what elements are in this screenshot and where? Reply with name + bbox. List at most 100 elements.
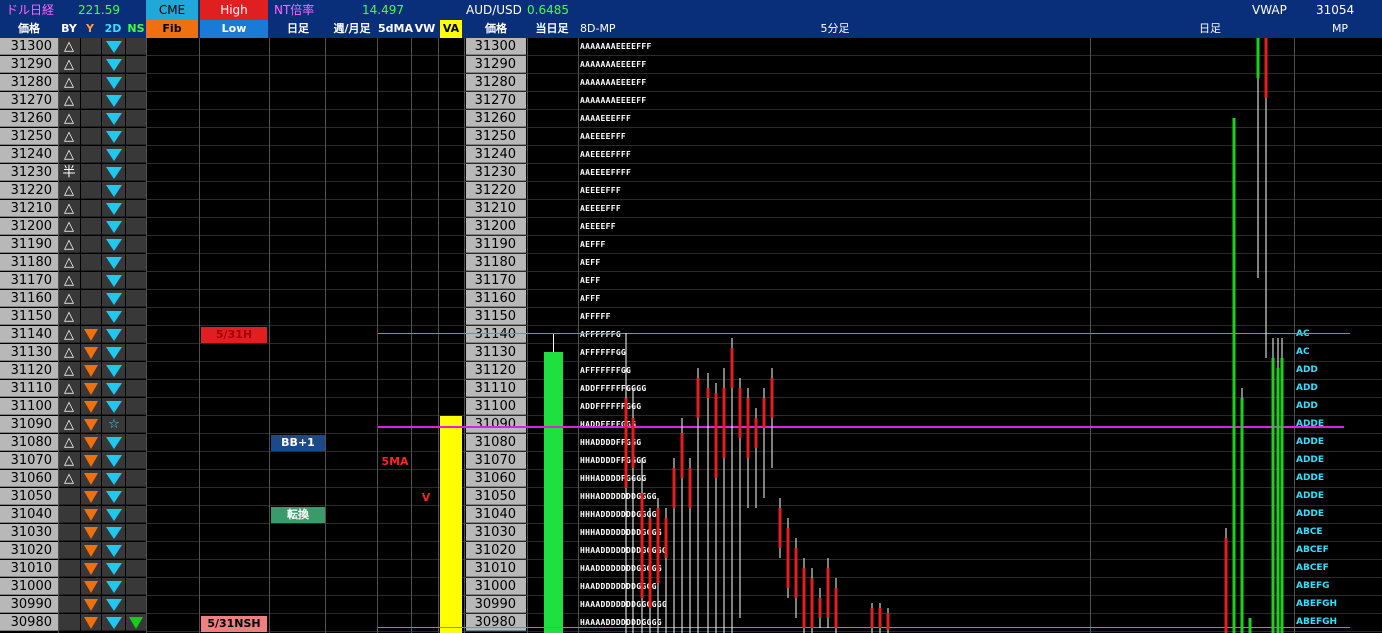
price-cell-2: 31240 bbox=[466, 146, 526, 163]
today-wick bbox=[553, 334, 554, 352]
2d-down-triangle-icon bbox=[106, 329, 122, 341]
by-mark-icon: △ bbox=[64, 345, 74, 360]
price-cell-2: 30980 bbox=[466, 614, 526, 631]
vwap-label: VWAP bbox=[1252, 3, 1287, 17]
ns-cell bbox=[126, 308, 146, 325]
2d-down-triangle-icon bbox=[106, 257, 122, 269]
price-cell: 31260 bbox=[0, 110, 58, 127]
fib-button[interactable]: Fib bbox=[146, 20, 198, 38]
2d-down-triangle-icon bbox=[106, 113, 122, 125]
y-down-triangle-icon bbox=[84, 617, 98, 629]
price-cell: 31130 bbox=[0, 344, 58, 361]
2d-down-triangle-icon bbox=[106, 185, 122, 197]
2d-down-triangle-icon bbox=[106, 455, 122, 467]
by-mark-icon: △ bbox=[64, 327, 74, 342]
by-cell bbox=[59, 596, 80, 613]
price-cell-2: 31300 bbox=[466, 38, 526, 55]
by-mark-icon: △ bbox=[64, 183, 74, 198]
y-cell bbox=[81, 74, 101, 91]
star-icon: ☆ bbox=[108, 417, 120, 432]
low-button[interactable]: Low bbox=[200, 20, 268, 38]
y-cell bbox=[81, 128, 101, 145]
2d-down-triangle-icon bbox=[106, 617, 122, 629]
2d-down-triangle-icon bbox=[106, 167, 122, 179]
by-mark-icon: △ bbox=[64, 291, 74, 306]
y-down-triangle-icon bbox=[84, 383, 98, 395]
by-mark-icon: △ bbox=[64, 201, 74, 216]
by-mark-icon: △ bbox=[64, 255, 74, 270]
2d-down-triangle-icon bbox=[106, 95, 122, 107]
ns-cell bbox=[126, 326, 146, 343]
by-mark-icon: △ bbox=[64, 237, 74, 252]
price-cell: 31070 bbox=[0, 452, 58, 469]
ns-cell bbox=[126, 182, 146, 199]
col-ns: NS bbox=[127, 22, 145, 35]
price-cell: 31030 bbox=[0, 524, 58, 541]
price-cell-2: 31210 bbox=[466, 200, 526, 217]
y-cell bbox=[81, 290, 101, 307]
by-cell bbox=[59, 506, 80, 523]
badge-531h: 5/31H bbox=[201, 327, 267, 343]
price-cell: 31040 bbox=[0, 506, 58, 523]
by-mark-icon: △ bbox=[64, 111, 74, 126]
2d-down-triangle-icon bbox=[106, 59, 122, 71]
price-cell-2: 30990 bbox=[466, 596, 526, 613]
by-mark-icon: △ bbox=[64, 417, 74, 432]
dollar-nikkei-value: 221.59 bbox=[78, 3, 120, 17]
ns-cell bbox=[126, 434, 146, 451]
by-mark-icon: △ bbox=[64, 435, 74, 450]
price-cell: 31210 bbox=[0, 200, 58, 217]
price-cell: 30990 bbox=[0, 596, 58, 613]
by-mark-icon: 半 bbox=[62, 165, 76, 180]
ns-cell bbox=[126, 92, 146, 109]
ns-cell bbox=[126, 218, 146, 235]
ns-down-triangle-icon bbox=[129, 617, 143, 629]
col-y: Y bbox=[86, 22, 94, 35]
by-cell bbox=[59, 614, 80, 631]
y-down-triangle-icon bbox=[84, 599, 98, 611]
badge-v: V bbox=[421, 491, 431, 504]
high-button[interactable]: High bbox=[200, 0, 268, 20]
ns-cell bbox=[126, 38, 146, 55]
price-cell-2: 31070 bbox=[466, 452, 526, 469]
ns-cell bbox=[126, 344, 146, 361]
y-cell bbox=[81, 236, 101, 253]
vwap-value: 31054 bbox=[1316, 3, 1355, 17]
y-down-triangle-icon bbox=[84, 581, 98, 593]
value-area-bar bbox=[440, 416, 462, 633]
price-cell-2: 31170 bbox=[466, 272, 526, 289]
ns-cell bbox=[126, 506, 146, 523]
header-bar: ドル日経 221.59 CME High NT倍率 14.497 AUD/USD… bbox=[0, 0, 1382, 20]
price-cell-2: 31050 bbox=[466, 488, 526, 505]
col-2d: 2D bbox=[104, 22, 122, 35]
col-5min: 5分足 bbox=[820, 22, 850, 35]
by-mark-icon: △ bbox=[64, 129, 74, 144]
2d-down-triangle-icon bbox=[106, 239, 122, 251]
audusd-value: 0.6485 bbox=[527, 3, 569, 17]
2d-down-triangle-icon bbox=[106, 347, 122, 359]
badge-bb1: BB+1 bbox=[271, 435, 325, 451]
by-cell bbox=[59, 542, 80, 559]
price-cell: 31150 bbox=[0, 308, 58, 325]
price-cell: 31090 bbox=[0, 416, 58, 433]
y-cell bbox=[81, 200, 101, 217]
price-cell: 31100 bbox=[0, 398, 58, 415]
by-mark-icon: △ bbox=[64, 381, 74, 396]
2d-down-triangle-icon bbox=[106, 221, 122, 233]
price-cell: 31010 bbox=[0, 560, 58, 577]
price-cell: 31280 bbox=[0, 74, 58, 91]
price-cell: 31220 bbox=[0, 182, 58, 199]
y-down-triangle-icon bbox=[84, 455, 98, 467]
price-cell-2: 31110 bbox=[466, 380, 526, 397]
by-mark-icon: △ bbox=[64, 219, 74, 234]
col-price-2: 価格 bbox=[485, 22, 507, 35]
price-cell: 31080 bbox=[0, 434, 58, 451]
y-cell bbox=[81, 164, 101, 181]
cme-button[interactable]: CME bbox=[146, 0, 198, 20]
y-cell bbox=[81, 92, 101, 109]
2d-down-triangle-icon bbox=[106, 545, 122, 557]
y-cell bbox=[81, 254, 101, 271]
by-mark-icon: △ bbox=[64, 57, 74, 72]
y-down-triangle-icon bbox=[84, 401, 98, 413]
ns-cell bbox=[126, 542, 146, 559]
